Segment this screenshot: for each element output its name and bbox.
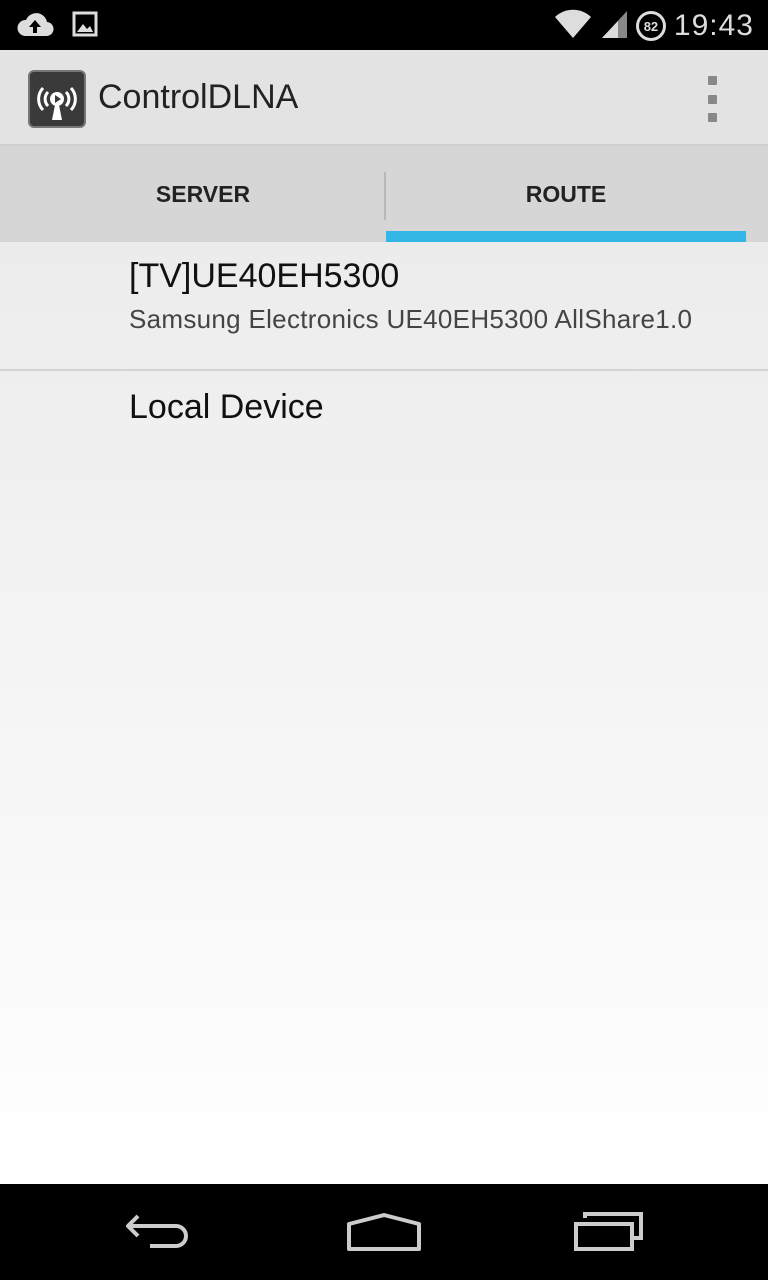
home-icon[interactable] — [329, 1202, 439, 1262]
wifi-icon — [554, 9, 592, 44]
tab-server[interactable]: SERVER — [22, 146, 384, 242]
tab-selected-indicator — [386, 231, 746, 242]
tab-bar: SERVER ROUTE — [0, 144, 768, 242]
device-subtitle: Samsung Electronics UE40EH5300 AllShare1… — [129, 304, 693, 334]
list-item-local-device[interactable]: Local Device — [0, 372, 768, 444]
status-bar: 82 19:43 — [0, 0, 768, 50]
action-bar: ControlDLNA — [0, 50, 768, 144]
battery-icon: 82 — [635, 11, 666, 41]
app-title: ControlDLNA — [98, 78, 299, 116]
cell-signal-icon — [600, 9, 628, 44]
battery-level: 82 — [643, 18, 659, 34]
back-icon[interactable] — [104, 1202, 214, 1262]
navigation-bar — [0, 1184, 768, 1280]
list-item-tv[interactable]: [TV]UE40EH5300 Samsung Electronics UE40E… — [0, 242, 768, 371]
cloud-upload-icon — [16, 10, 54, 43]
recents-icon[interactable] — [554, 1202, 664, 1262]
overflow-menu-icon[interactable] — [692, 76, 732, 122]
image-icon — [72, 11, 98, 42]
device-title: [TV]UE40EH5300 — [129, 257, 400, 295]
device-title: Local Device — [129, 388, 324, 426]
tab-route[interactable]: ROUTE — [386, 146, 746, 242]
status-time: 19:43 — [673, 9, 754, 42]
device-list: [TV]UE40EH5300 Samsung Electronics UE40E… — [0, 242, 768, 1184]
dlna-app-icon[interactable] — [28, 70, 86, 128]
